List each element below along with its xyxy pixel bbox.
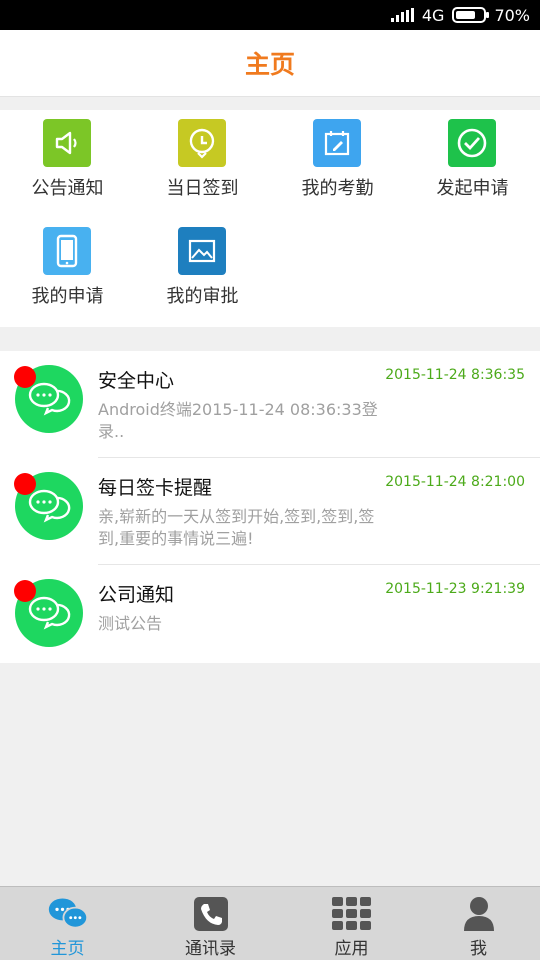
message-title: 每日签卡提醒 bbox=[98, 477, 213, 499]
bottom-tab-bar: 主页 通讯录 应用 我 bbox=[0, 886, 540, 960]
image-icon bbox=[178, 227, 226, 275]
check-circle-icon bbox=[448, 119, 496, 167]
tab-me[interactable]: 我 bbox=[411, 887, 540, 960]
tab-label: 通讯录 bbox=[185, 939, 236, 959]
action-label: 发起申请 bbox=[436, 178, 509, 199]
phone-handset-icon bbox=[190, 895, 232, 933]
action-my-attendance[interactable]: 我的考勤 bbox=[270, 110, 405, 210]
tab-label: 我 bbox=[470, 939, 487, 959]
message-time: 2015-11-24 8:21:00 bbox=[385, 474, 525, 490]
status-indicators: 4G 70% bbox=[390, 0, 530, 30]
message-title: 公司通知 bbox=[98, 584, 175, 606]
status-bar: 4G 70% bbox=[0, 0, 540, 30]
page-title: 主页 bbox=[244, 50, 295, 79]
action-label: 公告通知 bbox=[31, 178, 104, 199]
chat-bubbles-icon bbox=[47, 895, 89, 933]
list-item[interactable]: 每日签卡提醒 2015-11-24 8:21:00 亲,崭新的一天从签到开始,签… bbox=[0, 458, 540, 565]
unread-badge bbox=[14, 473, 36, 495]
action-my-requests[interactable]: 我的申请 bbox=[0, 218, 135, 318]
message-time: 2015-11-24 8:36:35 bbox=[385, 367, 525, 383]
message-preview: Android终端2015-11-24 08:36:33登录.. bbox=[98, 400, 378, 441]
action-label: 我的申请 bbox=[31, 286, 104, 307]
speaker-icon bbox=[43, 119, 91, 167]
battery-percent: 70% bbox=[494, 5, 530, 25]
tab-home[interactable]: 主页 bbox=[0, 887, 135, 960]
phone-icon bbox=[43, 227, 91, 275]
clock-pin-icon bbox=[178, 119, 226, 167]
tab-label: 主页 bbox=[50, 939, 85, 959]
header: 主页 bbox=[0, 30, 540, 97]
network-type: 4G bbox=[421, 5, 445, 25]
message-list: 安全中心 2015-11-24 8:36:35 Android终端2015-11… bbox=[0, 351, 540, 663]
message-title: 安全中心 bbox=[98, 370, 175, 392]
empty-area bbox=[0, 663, 540, 880]
person-icon bbox=[458, 895, 500, 933]
action-checkin-today[interactable]: 当日签到 bbox=[135, 110, 270, 210]
battery-icon bbox=[452, 7, 490, 23]
action-start-request[interactable]: 发起申请 bbox=[405, 110, 540, 210]
action-label: 我的审批 bbox=[166, 286, 239, 307]
tab-apps[interactable]: 应用 bbox=[284, 887, 419, 960]
unread-badge bbox=[14, 366, 36, 388]
signal-icon bbox=[390, 8, 414, 22]
action-label: 我的考勤 bbox=[301, 178, 374, 199]
grid-apps-icon bbox=[331, 895, 373, 933]
tab-label: 应用 bbox=[334, 939, 369, 959]
unread-badge bbox=[14, 580, 36, 602]
message-preview: 亲,崭新的一天从签到开始,签到,签到,签到,重要的事情说三遍! bbox=[98, 507, 375, 548]
list-item[interactable]: 公司通知 2015-11-23 9:21:39 测试公告 bbox=[0, 565, 540, 672]
tab-contacts[interactable]: 通讯录 bbox=[143, 887, 278, 960]
message-time: 2015-11-23 9:21:39 bbox=[385, 581, 525, 597]
calendar-edit-icon bbox=[313, 119, 361, 167]
message-preview: 测试公告 bbox=[98, 614, 163, 633]
list-item[interactable]: 安全中心 2015-11-24 8:36:35 Android终端2015-11… bbox=[0, 351, 540, 458]
quick-actions-grid: 公告通知 当日签到 我的考勤 发起申请 我的申请 我的审批 bbox=[0, 110, 540, 327]
action-label: 当日签到 bbox=[166, 178, 239, 199]
action-my-approvals[interactable]: 我的审批 bbox=[135, 218, 270, 318]
battery-fill bbox=[456, 11, 475, 19]
action-announcement[interactable]: 公告通知 bbox=[0, 110, 135, 210]
